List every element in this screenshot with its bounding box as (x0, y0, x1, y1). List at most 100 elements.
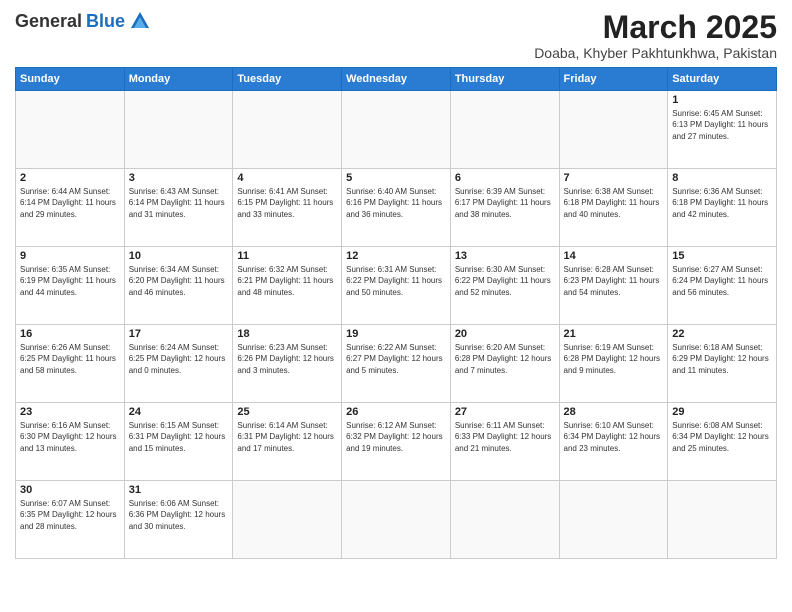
calendar-cell: 28Sunrise: 6:10 AM Sunset: 6:34 PM Dayli… (559, 403, 668, 481)
calendar-cell: 22 Sunrise: 6:18 AM Sunset: 6:29 PM Dayli… (668, 325, 777, 403)
header-sunday: Sunday (16, 68, 125, 91)
day-info: Sunrise: 6:34 AM Sunset: 6:20 PM Dayligh… (129, 264, 229, 298)
day-number: 22 (672, 328, 772, 340)
calendar-cell (668, 481, 777, 559)
day-info: Sunrise: 6:36 AM Sunset: 6:18 PM Dayligh… (672, 186, 772, 220)
day-info: Sunrise: 6:31 AM Sunset: 6:22 PM Dayligh… (346, 264, 446, 298)
calendar-cell: 3Sunrise: 6:43 AM Sunset: 6:14 PM Daylig… (124, 169, 233, 247)
calendar-cell: 20Sunrise: 6:20 AM Sunset: 6:28 PM Dayli… (450, 325, 559, 403)
day-info: Sunrise: 6:11 AM Sunset: 6:33 PM Dayligh… (455, 420, 555, 454)
day-number: 23 (20, 406, 120, 418)
day-info: Sunrise: 6:43 AM Sunset: 6:14 PM Dayligh… (129, 186, 229, 220)
header-tuesday: Tuesday (233, 68, 342, 91)
day-info: Sunrise: 6:26 AM Sunset: 6:25 PM Dayligh… (20, 342, 120, 376)
calendar-week-2: 2 Sunrise: 6:44 AM Sunset: 6:14 PM Daylig… (16, 169, 777, 247)
calendar-cell (450, 481, 559, 559)
calendar-cell: 27 Sunrise: 6:11 AM Sunset: 6:33 PM Dayli… (450, 403, 559, 481)
day-number: 30 (20, 484, 120, 496)
page-header: General Blue March 2025 Doaba, Khyber Pa… (15, 10, 777, 61)
calendar-cell: 25Sunrise: 6:14 AM Sunset: 6:31 PM Dayli… (233, 403, 342, 481)
calendar-cell: 16 Sunrise: 6:26 AM Sunset: 6:25 PM Dayli… (16, 325, 125, 403)
calendar-cell: 9Sunrise: 6:35 AM Sunset: 6:19 PM Daylig… (16, 247, 125, 325)
day-info: Sunrise: 6:18 AM Sunset: 6:29 PM Dayligh… (672, 342, 772, 376)
calendar-cell (124, 91, 233, 169)
calendar-cell: 29 Sunrise: 6:08 AM Sunset: 6:34 PM Dayli… (668, 403, 777, 481)
day-info: Sunrise: 6:38 AM Sunset: 6:18 PM Dayligh… (564, 186, 664, 220)
header-wednesday: Wednesday (342, 68, 451, 91)
logo-blue-text: Blue (86, 11, 125, 32)
calendar-week-6: 30 Sunrise: 6:07 AM Sunset: 6:35 PM Dayli… (16, 481, 777, 559)
day-info: Sunrise: 6:28 AM Sunset: 6:23 PM Dayligh… (564, 264, 664, 298)
day-number: 24 (129, 406, 229, 418)
day-info: Sunrise: 6:10 AM Sunset: 6:34 PM Dayligh… (564, 420, 664, 454)
day-number: 1 (672, 94, 772, 106)
day-info: Sunrise: 6:27 AM Sunset: 6:24 PM Dayligh… (672, 264, 772, 298)
calendar-cell: 30 Sunrise: 6:07 AM Sunset: 6:35 PM Dayli… (16, 481, 125, 559)
day-number: 14 (564, 250, 664, 262)
day-info: Sunrise: 6:19 AM Sunset: 6:28 PM Dayligh… (564, 342, 664, 376)
calendar-cell (559, 91, 668, 169)
day-number: 21 (564, 328, 664, 340)
logo-general-text: General (15, 11, 82, 32)
calendar-cell: 11Sunrise: 6:32 AM Sunset: 6:21 PM Dayli… (233, 247, 342, 325)
day-number: 5 (346, 172, 446, 184)
calendar-week-4: 16 Sunrise: 6:26 AM Sunset: 6:25 PM Dayli… (16, 325, 777, 403)
day-number: 18 (237, 328, 337, 340)
weekday-header-row: Sunday Monday Tuesday Wednesday Thursday… (16, 68, 777, 91)
month-title: March 2025 (534, 10, 777, 45)
day-number: 6 (455, 172, 555, 184)
day-number: 7 (564, 172, 664, 184)
day-info: Sunrise: 6:07 AM Sunset: 6:35 PM Dayligh… (20, 498, 120, 532)
calendar-cell: 31 Sunrise: 6:06 AM Sunset: 6:36 PM Dayli… (124, 481, 233, 559)
day-number: 20 (455, 328, 555, 340)
day-info: Sunrise: 6:06 AM Sunset: 6:36 PM Dayligh… (129, 498, 229, 532)
calendar-cell: 6Sunrise: 6:39 AM Sunset: 6:17 PM Daylig… (450, 169, 559, 247)
calendar-cell (233, 91, 342, 169)
calendar-cell: 2 Sunrise: 6:44 AM Sunset: 6:14 PM Daylig… (16, 169, 125, 247)
calendar-cell: 17 Sunrise: 6:24 AM Sunset: 6:25 PM Dayli… (124, 325, 233, 403)
header-monday: Monday (124, 68, 233, 91)
calendar-cell: 13Sunrise: 6:30 AM Sunset: 6:22 PM Dayli… (450, 247, 559, 325)
day-info: Sunrise: 6:44 AM Sunset: 6:14 PM Dayligh… (20, 186, 120, 220)
header-thursday: Thursday (450, 68, 559, 91)
day-info: Sunrise: 6:08 AM Sunset: 6:34 PM Dayligh… (672, 420, 772, 454)
header-saturday: Saturday (668, 68, 777, 91)
calendar-table: Sunday Monday Tuesday Wednesday Thursday… (15, 67, 777, 559)
day-info: Sunrise: 6:30 AM Sunset: 6:22 PM Dayligh… (455, 264, 555, 298)
day-number: 19 (346, 328, 446, 340)
calendar-cell: 4Sunrise: 6:41 AM Sunset: 6:15 PM Daylig… (233, 169, 342, 247)
day-number: 16 (20, 328, 120, 340)
day-number: 27 (455, 406, 555, 418)
calendar-cell: 15 Sunrise: 6:27 AM Sunset: 6:24 PM Dayli… (668, 247, 777, 325)
location-subtitle: Doaba, Khyber Pakhtunkhwa, Pakistan (534, 45, 777, 61)
calendar-cell (559, 481, 668, 559)
calendar-cell (233, 481, 342, 559)
calendar-cell: 24Sunrise: 6:15 AM Sunset: 6:31 PM Dayli… (124, 403, 233, 481)
day-number: 10 (129, 250, 229, 262)
day-number: 31 (129, 484, 229, 496)
calendar-page: General Blue March 2025 Doaba, Khyber Pa… (0, 0, 792, 612)
day-number: 15 (672, 250, 772, 262)
day-number: 4 (237, 172, 337, 184)
calendar-week-5: 23 Sunrise: 6:16 AM Sunset: 6:30 PM Dayli… (16, 403, 777, 481)
day-info: Sunrise: 6:45 AM Sunset: 6:13 PM Dayligh… (672, 108, 772, 142)
day-info: Sunrise: 6:35 AM Sunset: 6:19 PM Dayligh… (20, 264, 120, 298)
day-number: 17 (129, 328, 229, 340)
calendar-cell (450, 91, 559, 169)
calendar-cell: 8 Sunrise: 6:36 AM Sunset: 6:18 PM Daylig… (668, 169, 777, 247)
day-number: 26 (346, 406, 446, 418)
day-number: 2 (20, 172, 120, 184)
day-number: 8 (672, 172, 772, 184)
day-info: Sunrise: 6:16 AM Sunset: 6:30 PM Dayligh… (20, 420, 120, 454)
logo-icon (129, 10, 151, 32)
day-info: Sunrise: 6:40 AM Sunset: 6:16 PM Dayligh… (346, 186, 446, 220)
day-number: 29 (672, 406, 772, 418)
calendar-cell: 26Sunrise: 6:12 AM Sunset: 6:32 PM Dayli… (342, 403, 451, 481)
calendar-cell (342, 481, 451, 559)
calendar-week-1: 1 Sunrise: 6:45 AM Sunset: 6:13 PM Daylig… (16, 91, 777, 169)
logo: General Blue (15, 10, 151, 32)
day-number: 11 (237, 250, 337, 262)
day-info: Sunrise: 6:24 AM Sunset: 6:25 PM Dayligh… (129, 342, 229, 376)
day-number: 12 (346, 250, 446, 262)
calendar-cell (342, 91, 451, 169)
